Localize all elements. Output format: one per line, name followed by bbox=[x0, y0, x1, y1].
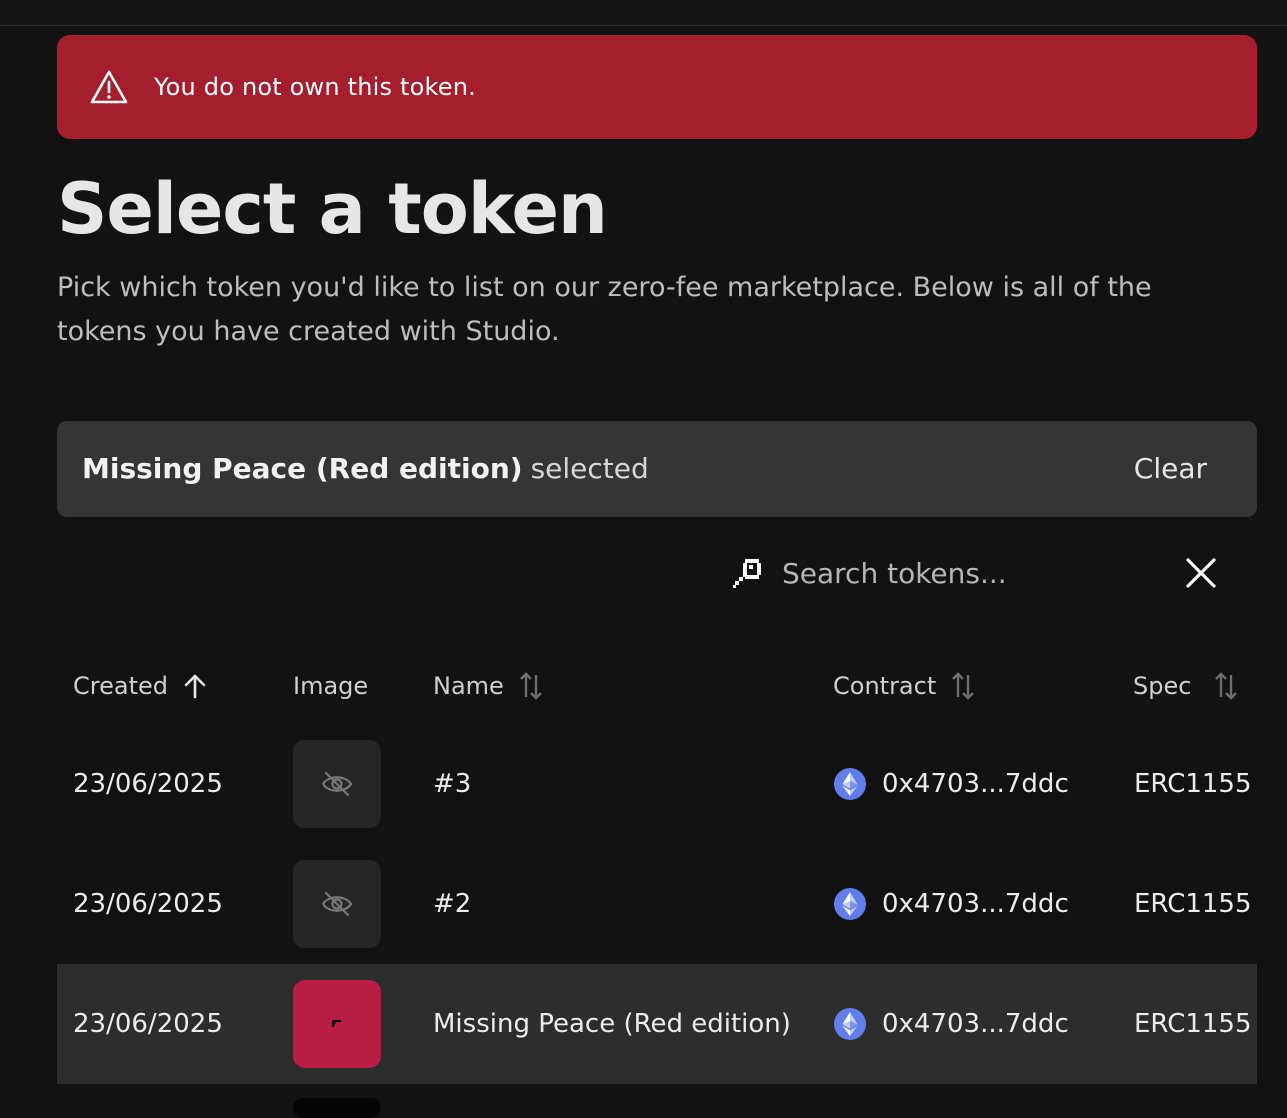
selection-bar: Missing Peace (Red edition) selected Clea… bbox=[57, 421, 1257, 517]
ethereum-icon bbox=[834, 768, 866, 800]
token-name: #2 bbox=[433, 889, 472, 919]
column-label: Name bbox=[433, 672, 504, 700]
table-row[interactable]: 23/06/2025 #3 0x4703...7ddc ERC1155 bbox=[57, 724, 1257, 844]
search-icon bbox=[733, 559, 761, 588]
column-label: Contract bbox=[833, 672, 937, 700]
selected-suffix: selected bbox=[530, 452, 649, 485]
token-name: #3 bbox=[433, 769, 472, 799]
sort-icon bbox=[519, 672, 542, 700]
page-description: Pick which token you'd like to list on o… bbox=[57, 272, 1152, 347]
warning-triangle-icon bbox=[90, 70, 128, 104]
column-header-contract[interactable]: Contract bbox=[833, 664, 976, 708]
column-header-spec[interactable]: Spec bbox=[1133, 664, 1239, 708]
page-title: Select a token bbox=[57, 168, 608, 250]
selected-token-summary: Missing Peace (Red edition) selected bbox=[82, 421, 649, 517]
contract-address: 0x4703...7ddc bbox=[882, 769, 1069, 799]
alert-message: You do not own this token. bbox=[154, 73, 476, 101]
clear-selection-button[interactable]: Clear bbox=[1134, 445, 1207, 493]
selected-token-name: Missing Peace (Red edition) bbox=[82, 452, 523, 485]
search-input[interactable] bbox=[782, 550, 1162, 596]
column-header-image: Image bbox=[293, 664, 368, 708]
contract-address: 0x4703...7ddc bbox=[882, 1009, 1069, 1039]
token-spec: ERC1155 bbox=[1134, 889, 1252, 919]
token-name: Missing Peace (Red edition) bbox=[433, 1009, 791, 1039]
column-header-created[interactable]: Created bbox=[73, 664, 208, 708]
table-row[interactable]: 23/06/2025 #2 0x4703...7ddc ERC1155 bbox=[57, 844, 1257, 964]
column-label: Image bbox=[293, 672, 369, 700]
token-image-partial bbox=[293, 1098, 381, 1118]
created-date: 23/06/2025 bbox=[73, 1009, 223, 1039]
red-thumbnail bbox=[332, 1020, 341, 1027]
created-date: 23/06/2025 bbox=[73, 889, 223, 919]
sort-ascending-icon bbox=[184, 674, 206, 699]
ethereum-icon bbox=[834, 888, 866, 920]
token-spec: ERC1155 bbox=[1134, 1009, 1252, 1039]
token-image bbox=[293, 980, 381, 1068]
hidden-icon bbox=[321, 771, 353, 797]
contract-address: 0x4703...7ddc bbox=[882, 889, 1069, 919]
error-alert: You do not own this token. bbox=[57, 35, 1257, 139]
sort-icon bbox=[1215, 672, 1238, 700]
column-label: Spec bbox=[1133, 672, 1192, 700]
created-date: 23/06/2025 bbox=[73, 769, 223, 799]
column-header-name[interactable]: Name bbox=[433, 664, 544, 708]
top-bar bbox=[0, 0, 1287, 26]
table-row-selected[interactable]: 23/06/2025 Missing Peace (Red edition) 0… bbox=[57, 964, 1257, 1084]
token-spec: ERC1155 bbox=[1134, 769, 1252, 799]
hidden-icon bbox=[321, 891, 353, 917]
ethereum-icon bbox=[834, 1008, 866, 1040]
column-label: Created bbox=[73, 672, 168, 700]
close-icon[interactable] bbox=[1183, 555, 1219, 591]
token-image bbox=[293, 860, 381, 948]
sort-icon bbox=[952, 672, 975, 700]
token-image bbox=[293, 740, 381, 828]
